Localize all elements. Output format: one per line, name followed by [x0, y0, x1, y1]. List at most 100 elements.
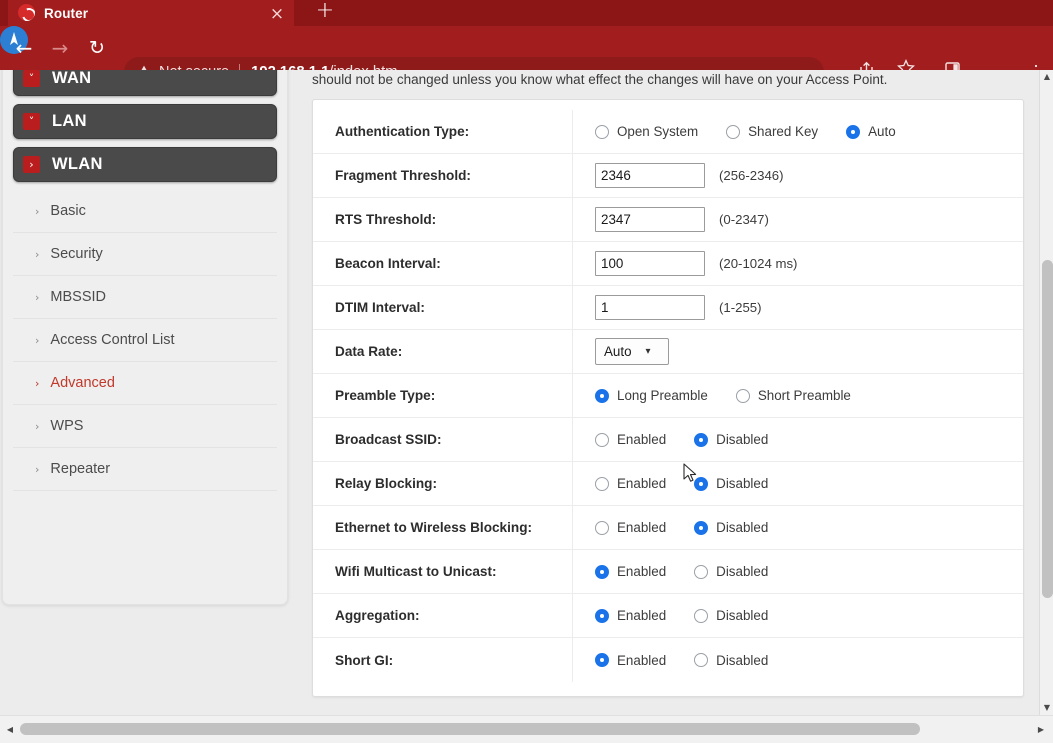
sidebar-item-basic[interactable]: › Basic	[13, 190, 277, 233]
radio-label: Enabled	[617, 564, 667, 579]
radio-icon[interactable]	[595, 520, 609, 535]
sidebar-item-label: Repeater	[50, 461, 111, 477]
radio-option-eth-wireless-blocking-enabled[interactable]: Enabled	[595, 520, 684, 535]
row-value: Open System Shared Key Auto	[573, 124, 1023, 139]
row-label: Beacon Interval:	[313, 242, 573, 285]
vertical-scrollbar[interactable]: ▲ ▼	[1039, 70, 1053, 715]
range-hint: (1-255)	[719, 300, 762, 315]
row-authentication-type: Authentication Type: Open System Shared …	[313, 110, 1023, 154]
radio-option-broadcast-ssid-enabled[interactable]: Enabled	[595, 432, 684, 447]
radio-option-relay-blocking-disabled[interactable]: Disabled	[694, 476, 786, 491]
radio-option-broadcast-ssid-disabled[interactable]: Disabled	[694, 432, 786, 447]
radio-label: Disabled	[716, 520, 769, 535]
radio-icon[interactable]	[595, 432, 609, 447]
chevron-right-icon: ›	[35, 247, 40, 261]
sidebar-group-wan[interactable]: ˅ WAN	[13, 70, 277, 96]
sidebar-group-lan[interactable]: ˅ LAN	[13, 104, 277, 139]
radio-icon[interactable]	[726, 124, 741, 139]
forward-icon[interactable]: →	[47, 36, 73, 62]
intro-text: should not be changed unless you know wh…	[312, 72, 888, 87]
sidebar-sub-list: › Basic › Security › MBSSID › Access Con…	[13, 190, 277, 491]
radio-option-open-system[interactable]: Open System	[595, 124, 716, 139]
dtim-interval-input[interactable]	[595, 295, 705, 320]
browser-window: Router × + ← → ↻ Not secure 192.168.1.1/…	[0, 0, 1053, 743]
radio-option-eth-wireless-blocking-disabled[interactable]: Disabled	[694, 520, 786, 535]
row-value: Enabled Disabled	[573, 476, 1023, 491]
back-icon[interactable]: ←	[11, 36, 37, 62]
tab-title: Router	[44, 6, 89, 21]
chevron-right-icon: ›	[23, 156, 40, 173]
radio-icon[interactable]	[694, 608, 709, 623]
radio-option-relay-blocking-enabled[interactable]: Enabled	[595, 476, 684, 491]
router-sidebar: ˅ WAN ˅ LAN › WLAN › Basic › Security › …	[2, 70, 288, 605]
sidebar-item-access-control-list[interactable]: › Access Control List	[13, 319, 277, 362]
horizontal-scroll-thumb[interactable]	[20, 723, 920, 735]
row-label: Broadcast SSID:	[313, 418, 573, 461]
row-label: Short GI:	[313, 638, 573, 682]
row-value: Enabled Disabled	[573, 520, 1023, 535]
radio-icon-selected[interactable]	[694, 520, 709, 535]
data-rate-selected-value: Auto	[604, 344, 632, 359]
chevron-right-icon: ›	[35, 333, 40, 347]
new-tab-button[interactable]: +	[310, 0, 340, 26]
row-preamble-type: Preamble Type: Long Preamble Short Pream…	[313, 374, 1023, 418]
radio-option-short-gi-enabled[interactable]: Enabled	[595, 653, 684, 668]
horizontal-scrollbar[interactable]: ◀ ▶	[0, 715, 1053, 743]
radio-label: Shared Key	[748, 124, 819, 139]
radio-icon[interactable]	[595, 476, 609, 491]
radio-icon-selected[interactable]	[595, 388, 609, 403]
browser-toolbar: ← → ↻ Not secure 192.168.1.1/index.htm	[0, 26, 1053, 87]
sidebar-item-security[interactable]: › Security	[13, 233, 277, 276]
row-value: Long Preamble Short Preamble	[573, 388, 1023, 403]
sidebar-group-wlan[interactable]: › WLAN	[13, 147, 277, 182]
radio-label: Disabled	[716, 652, 769, 668]
chevron-right-icon: ›	[35, 376, 40, 390]
chevron-right-icon: ›	[35, 204, 40, 218]
radio-option-multicast-unicast-enabled[interactable]: Enabled	[595, 564, 684, 579]
radio-option-aggregation-disabled[interactable]: Disabled	[694, 608, 786, 623]
sidebar-item-label: Basic	[50, 203, 86, 219]
radio-icon-selected[interactable]	[595, 608, 609, 623]
data-rate-select[interactable]: Auto ▾	[595, 338, 669, 365]
scroll-down-icon[interactable]: ▼	[1040, 701, 1053, 715]
scroll-right-icon[interactable]: ▶	[1034, 723, 1048, 736]
radio-option-short-preamble[interactable]: Short Preamble	[735, 388, 869, 403]
sidebar-group-label: WLAN	[52, 155, 103, 173]
row-value: Enabled Disabled	[573, 432, 1023, 447]
radio-icon[interactable]	[694, 564, 709, 579]
browser-tab-router[interactable]: Router ×	[8, 0, 294, 26]
scroll-left-icon[interactable]: ◀	[3, 723, 17, 736]
vertical-scroll-thumb[interactable]	[1042, 260, 1053, 598]
radio-icon-selected[interactable]	[595, 653, 609, 667]
sidebar-item-wps[interactable]: › WPS	[13, 405, 277, 448]
reload-icon[interactable]: ↻	[84, 36, 110, 62]
sidebar-item-label: MBSSID	[50, 289, 106, 305]
fragment-threshold-input[interactable]	[595, 163, 705, 188]
radio-icon[interactable]	[694, 653, 709, 667]
rts-threshold-input[interactable]	[595, 207, 705, 232]
radio-icon-selected[interactable]	[595, 564, 609, 579]
radio-option-shared-key[interactable]: Shared Key	[726, 124, 836, 139]
row-fragment-threshold: Fragment Threshold: (256-2346)	[313, 154, 1023, 198]
radio-option-aggregation-enabled[interactable]: Enabled	[595, 608, 684, 623]
radio-icon[interactable]	[735, 388, 750, 403]
radio-icon-selected[interactable]	[846, 124, 861, 139]
sidebar-item-mbssid[interactable]: › MBSSID	[13, 276, 277, 319]
chevron-right-icon: ›	[35, 462, 40, 476]
sidebar-item-advanced[interactable]: › Advanced	[13, 362, 277, 405]
radio-icon[interactable]	[595, 124, 609, 139]
tab-strip: Router × +	[0, 0, 1053, 26]
close-icon[interactable]: ×	[268, 6, 286, 23]
scroll-up-icon[interactable]: ▲	[1040, 70, 1053, 84]
range-hint: (20-1024 ms)	[719, 256, 798, 271]
radio-option-short-gi-disabled[interactable]: Disabled	[694, 653, 786, 668]
beacon-interval-input[interactable]	[595, 251, 705, 276]
radio-option-multicast-unicast-disabled[interactable]: Disabled	[694, 564, 786, 579]
radio-icon-selected[interactable]	[694, 432, 709, 447]
chevron-down-icon: ▾	[645, 346, 651, 357]
row-value: Enabled Disabled	[573, 608, 1023, 623]
sidebar-item-repeater[interactable]: › Repeater	[13, 448, 277, 491]
radio-option-long-preamble[interactable]: Long Preamble	[595, 388, 726, 403]
radio-option-auto[interactable]: Auto	[846, 124, 914, 139]
row-label: DTIM Interval:	[313, 286, 573, 329]
